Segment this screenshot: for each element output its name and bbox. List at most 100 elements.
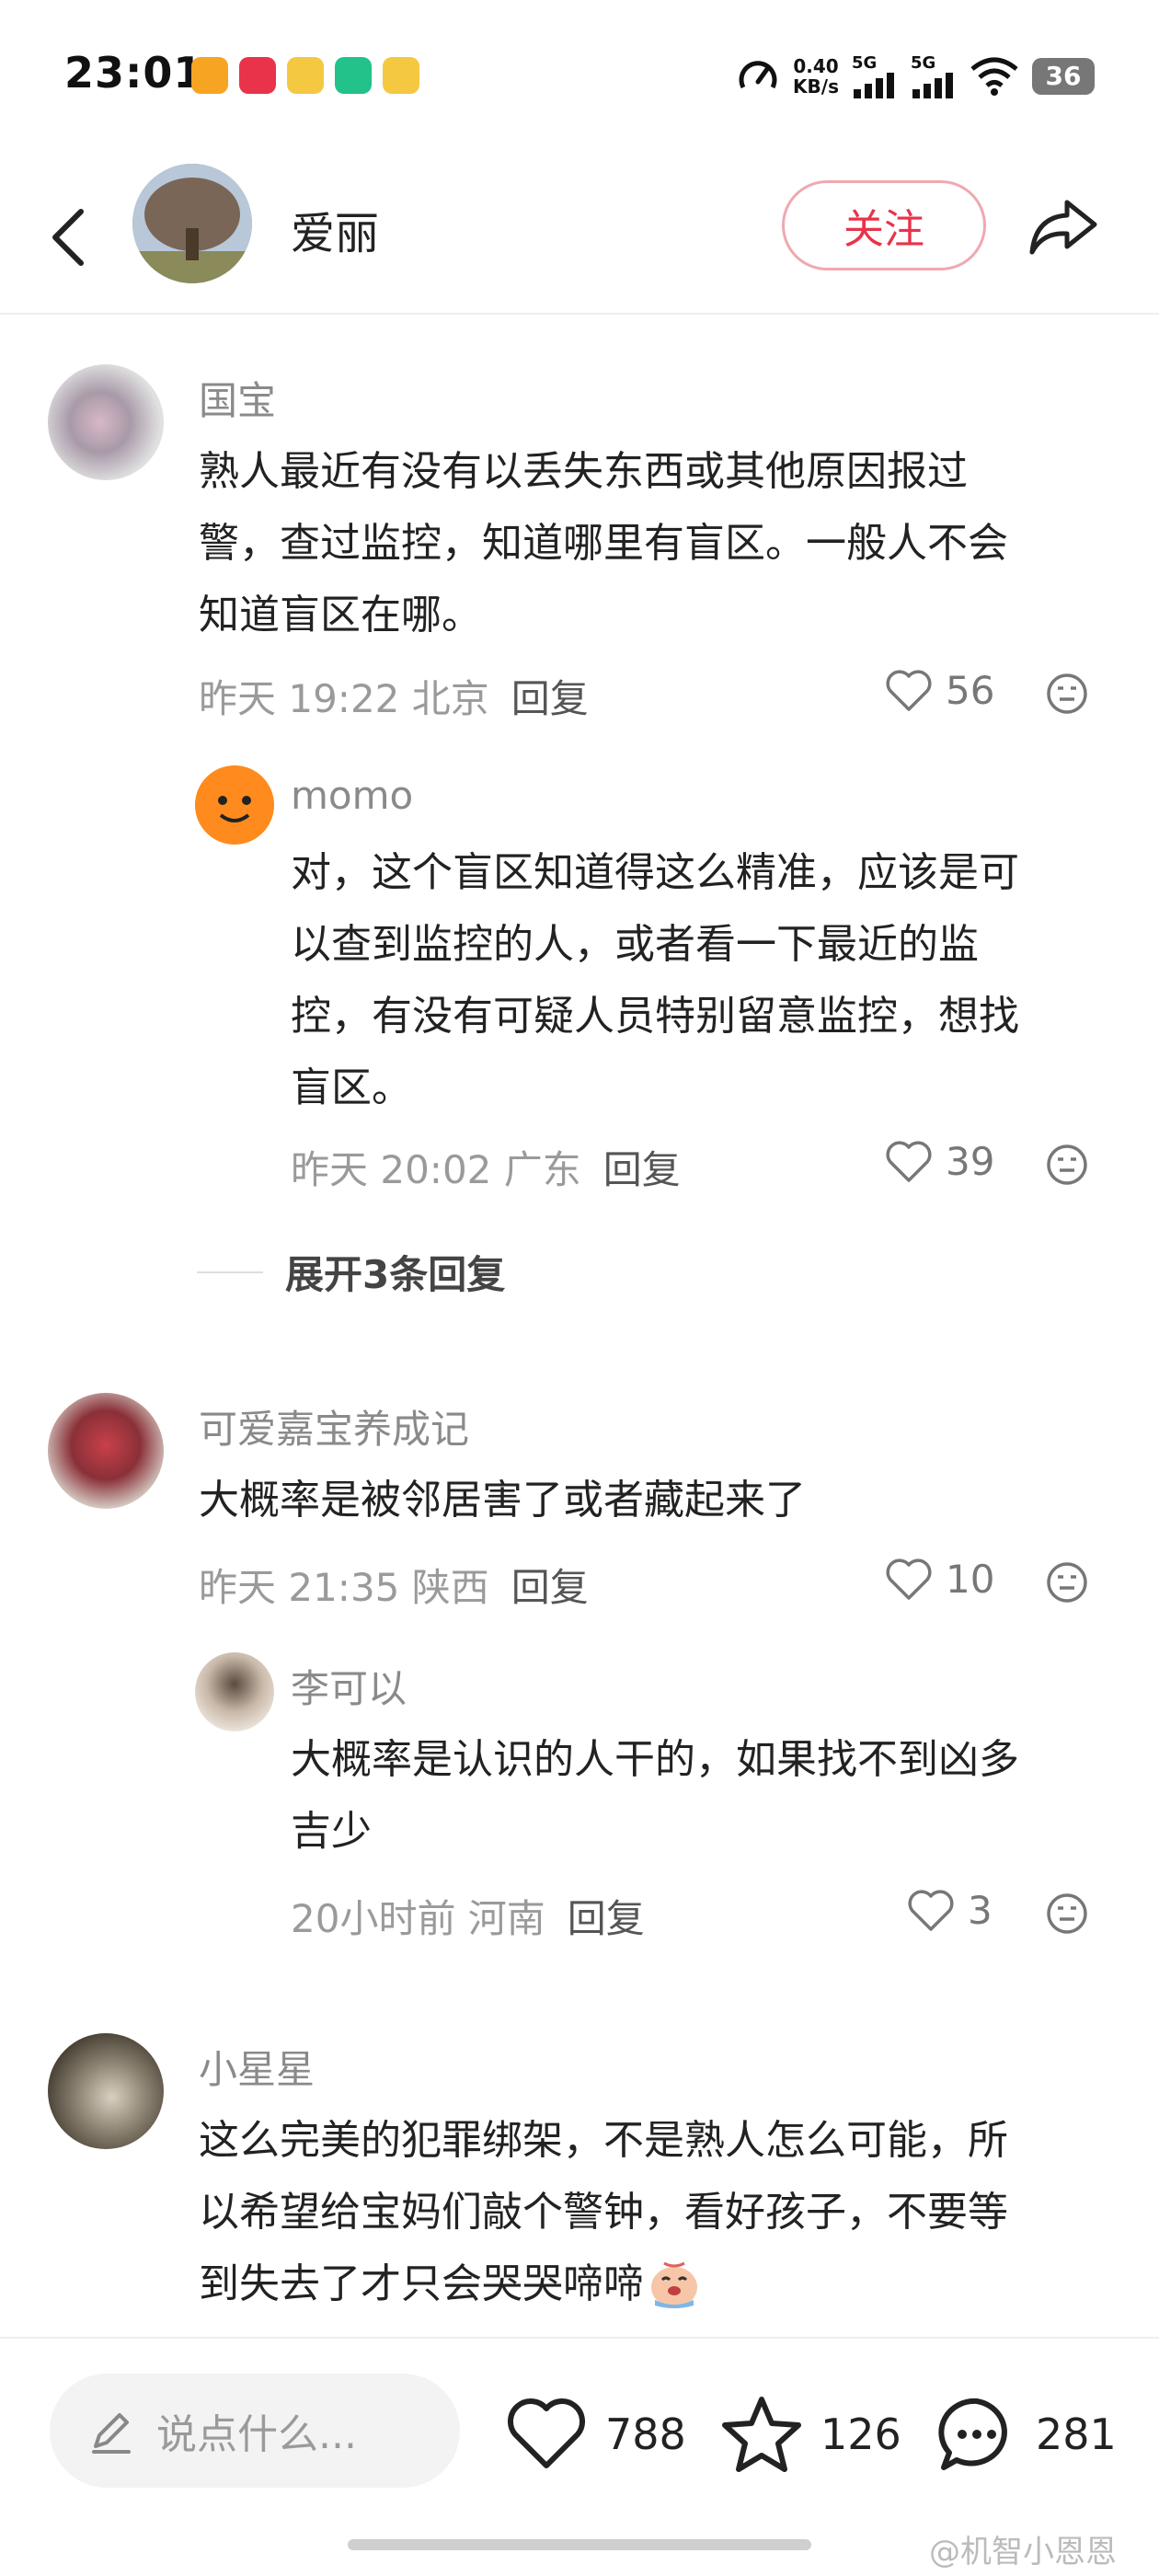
comment-time-location: 昨天 19:22 北京: [199, 676, 489, 721]
comment-line-with-emoji: 到失去了才只会哭哭啼啼: [199, 2248, 1008, 2320]
like-count: 39: [946, 1139, 995, 1184]
commenter-avatar[interactable]: [48, 2033, 164, 2149]
comment-text: 大概率是认识的人干的，如果找不到凶多 吉少: [291, 1724, 1019, 1868]
comment-text: 这么完美的犯罪绑架，不是熟人怎么可能，所 以希望给宝妈们敲个警钟，看好孩子，不要…: [199, 2105, 1008, 2320]
comment-time-location: 昨天 20:02 广东: [291, 1147, 581, 1192]
comment-input-placeholder: 说点什么...: [156, 2411, 357, 2458]
comment-meta: 20小时前 河南 回复: [291, 1888, 645, 1944]
like-button[interactable]: 3: [907, 1888, 993, 1933]
signal-bars-icon: [912, 73, 953, 98]
comment-line: 以希望给宝妈们敲个警钟，看好孩子，不要等: [199, 2189, 1008, 2236]
system-icons: 0.40 KB/s 5G 5G 36: [736, 53, 1095, 98]
commenter-name[interactable]: 可爱嘉宝养成记: [199, 1398, 469, 1455]
comment-line: 吉少: [291, 1808, 372, 1855]
comment-line: 控，有没有可疑人员特别留意监控，想找: [291, 993, 1019, 1040]
dislike-emoji-icon[interactable]: [1045, 1892, 1089, 1936]
commenter-name[interactable]: 国宝: [199, 370, 276, 426]
follow-button[interactable]: 关注: [782, 180, 986, 270]
comment-line: 盲区。: [291, 1064, 412, 1111]
app-icon-1: [191, 57, 228, 94]
comment-meta: 昨天 20:02 广东 回复: [291, 1139, 681, 1195]
comment-line: 警，查过监控，知道哪里有盲区。一般人不会: [199, 520, 1008, 567]
like-count: 56: [946, 668, 995, 713]
commenter-avatar[interactable]: [195, 1652, 274, 1731]
watermark: @机智小恩恩: [929, 2534, 1117, 2570]
profile-name[interactable]: 爱丽: [291, 197, 379, 261]
app-icon-5: [383, 57, 419, 94]
share-icon[interactable]: [1027, 190, 1102, 265]
commenter-name[interactable]: 李可以: [291, 1658, 407, 1714]
reply-button[interactable]: 回复: [568, 1896, 645, 1941]
speed-value: 0.40: [793, 54, 839, 77]
reply-button[interactable]: 回复: [511, 1565, 589, 1610]
speed-unit: KB/s: [793, 75, 839, 98]
comments-button[interactable]: 281: [935, 2392, 1117, 2477]
dislike-emoji-icon[interactable]: [1045, 1560, 1089, 1604]
comment-count: 281: [1036, 2409, 1117, 2459]
net-label-2: 5G: [911, 53, 936, 73]
favorite-button[interactable]: 126: [719, 2392, 901, 2477]
comment-input[interactable]: 说点什么...: [50, 2374, 460, 2488]
status-bar: 23:01 0.40 KB/s 5G 5G 36: [0, 0, 1159, 156]
dislike-emoji-icon[interactable]: [1045, 1143, 1089, 1187]
commenter-avatar[interactable]: [195, 765, 274, 845]
heart-icon: [507, 2398, 586, 2468]
status-time: 23:01: [64, 48, 204, 98]
speedometer-icon: [739, 60, 777, 88]
app-icon-4: [335, 57, 372, 94]
comment-text: 对，这个盲区知道得这么精准，应该是可 以查到监控的人，或者看一下最近的监 控，有…: [291, 837, 1019, 1124]
net-label-1: 5G: [852, 53, 878, 73]
signal-2: 5G: [911, 53, 957, 98]
wifi-icon: [970, 57, 1018, 96]
comment-line: 这么完美的犯罪绑架，不是熟人怎么可能，所: [199, 2117, 1008, 2164]
pencil-icon: [92, 2413, 131, 2454]
header-avatar[interactable]: [132, 164, 252, 283]
star-icon: [722, 2397, 801, 2472]
mascot-avatar-image: [195, 765, 274, 845]
comment-line: 到失去了才只会哭哭啼啼: [199, 2260, 644, 2307]
favorite-count: 126: [820, 2409, 901, 2459]
expand-divider: [197, 1271, 263, 1273]
comment-line: 以查到监控的人，或者看一下最近的监: [291, 921, 979, 968]
post-like-count: 788: [605, 2409, 686, 2459]
home-indicator[interactable]: [348, 2539, 811, 2550]
app-icon-2: [239, 57, 276, 94]
comment-time-location: 20小时前 河南: [291, 1896, 545, 1941]
battery-indicator: 36: [1032, 57, 1095, 95]
comment-line: 大概率是被邻居害了或者藏起来了: [199, 1477, 806, 1524]
commenter-name[interactable]: momo: [291, 773, 413, 818]
network-speed: 0.40 KB/s: [793, 56, 839, 97]
commenter-avatar[interactable]: [48, 1393, 164, 1509]
like-button[interactable]: 10: [885, 1557, 994, 1602]
heart-icon: [886, 669, 932, 711]
commenter-name[interactable]: 小星星: [199, 2039, 315, 2095]
crying-emoji-icon: [651, 2261, 697, 2308]
heart-icon: [886, 1140, 932, 1182]
back-arrow-icon[interactable]: [46, 201, 92, 274]
notification-icons: [191, 57, 419, 94]
heart-icon: [908, 1889, 954, 1931]
comment-line: 知道盲区在哪。: [199, 592, 482, 638]
comment-line: 熟人最近有没有以丢失东西或其他原因报过: [199, 448, 968, 495]
like-count: 10: [946, 1557, 995, 1602]
reply-button[interactable]: 回复: [511, 676, 589, 721]
comment-line: 对，这个盲区知道得这么精准，应该是可: [291, 849, 1019, 896]
reply-button[interactable]: 回复: [603, 1147, 681, 1192]
chat-bubble-icon: [938, 2398, 1007, 2470]
expand-replies[interactable]: 展开3条回复: [197, 1244, 505, 1300]
comment-line: 大概率是认识的人干的，如果找不到凶多: [291, 1736, 1019, 1783]
comment-meta: 昨天 21:35 陕西 回复: [199, 1557, 589, 1613]
comment-text: 熟人最近有没有以丢失东西或其他原因报过 警，查过监控，知道哪里有盲区。一般人不会…: [199, 436, 1008, 651]
app-icon-3: [287, 57, 324, 94]
comment-time-location: 昨天 21:35 陕西: [199, 1565, 489, 1610]
header: 爱丽 关注: [0, 156, 1159, 315]
like-post-button[interactable]: 788: [504, 2392, 686, 2477]
commenter-avatar[interactable]: [48, 364, 164, 480]
signal-bars-icon: [854, 73, 894, 98]
like-button[interactable]: 39: [885, 1139, 994, 1184]
expand-replies-label[interactable]: 展开3条回复: [285, 1244, 505, 1300]
tree-avatar-image: [132, 164, 252, 283]
dislike-emoji-icon[interactable]: [1045, 672, 1089, 716]
heart-icon: [886, 1558, 932, 1600]
like-button[interactable]: 56: [885, 668, 994, 713]
